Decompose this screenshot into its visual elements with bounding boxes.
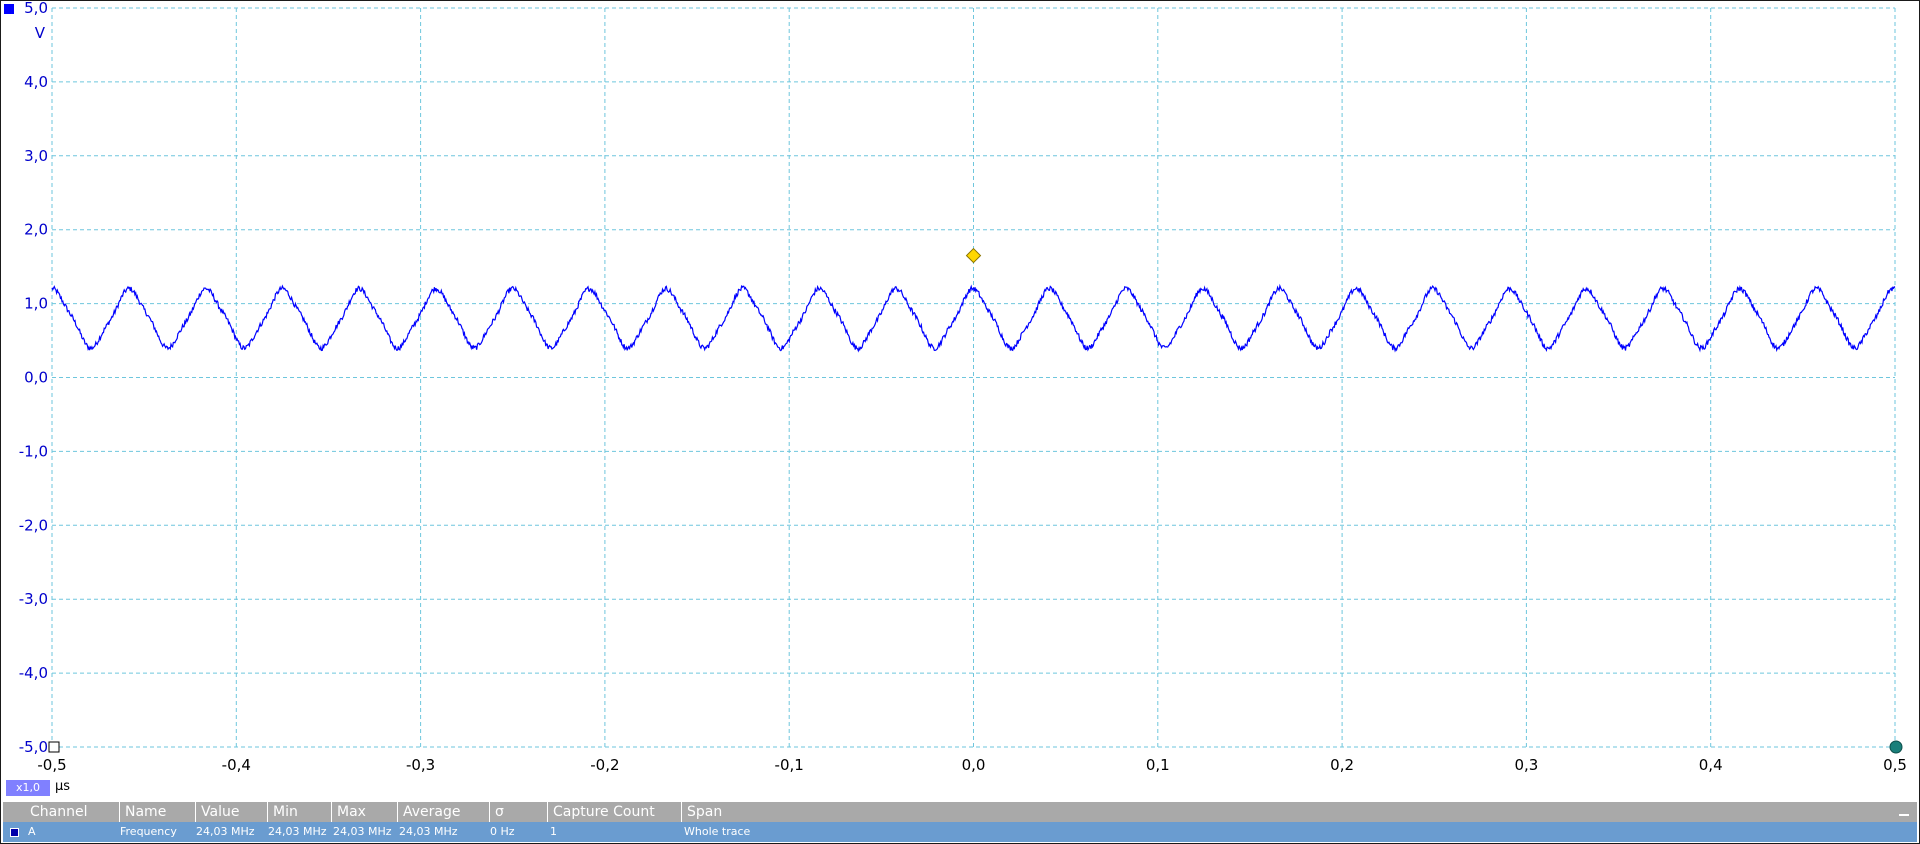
ruler-handle-icon[interactable]	[48, 741, 60, 753]
cell-max: 24,03 MHz	[333, 825, 392, 838]
cell-span: Whole trace	[684, 825, 751, 838]
x-tick-label: 0,4	[1699, 756, 1723, 774]
cell-channel: A	[28, 825, 36, 838]
y-tick-label: 1,0	[24, 295, 48, 313]
table-row[interactable]: A Frequency 24,03 MHz 24,03 MHz 24,03 MH…	[3, 822, 1917, 842]
x-tick-label: -0,2	[590, 756, 619, 774]
y-axis-unit: V	[35, 24, 46, 42]
x-tick-label: -0,3	[406, 756, 435, 774]
header-value[interactable]: Value	[195, 802, 267, 822]
y-tick-label: 3,0	[24, 147, 48, 165]
y-tick-label: 5,0	[24, 0, 48, 17]
header-span[interactable]: Span	[681, 802, 881, 822]
x-tick-label: 0,2	[1330, 756, 1354, 774]
x-tick-label: -0,4	[222, 756, 251, 774]
cell-capture-count: 1	[550, 825, 557, 838]
y-tick-label: -1,0	[19, 442, 48, 460]
header-channel[interactable]: Channel	[25, 802, 120, 822]
x-tick-label: 0,5	[1883, 756, 1907, 774]
x-tick-label: 0,0	[962, 756, 986, 774]
header-min[interactable]: Min	[267, 802, 331, 822]
header-name[interactable]: Name	[119, 802, 195, 822]
y-tick-label: 2,0	[24, 221, 48, 239]
channel-color-swatch	[10, 828, 19, 837]
channel-a-axis-marker[interactable]	[4, 4, 14, 14]
y-tick-label: 0,0	[24, 369, 48, 387]
y-tick-label: -5,0	[19, 738, 48, 756]
x-tick-label: -0,5	[37, 756, 66, 774]
header-sigma[interactable]: σ	[489, 802, 547, 822]
y-tick-label: -2,0	[19, 516, 48, 534]
cell-value: 24,03 MHz	[196, 825, 255, 838]
cell-min: 24,03 MHz	[268, 825, 327, 838]
time-ruler-handle-icon[interactable]	[1889, 740, 1903, 754]
y-tick-label: -4,0	[19, 664, 48, 682]
x-axis-unit: µs	[55, 779, 71, 794]
measurements-header: Channel Name Value Min Max Average σ Cap…	[3, 802, 1917, 822]
header-max[interactable]: Max	[331, 802, 397, 822]
x-tick-label: 0,1	[1146, 756, 1170, 774]
x-tick-label: -0,1	[775, 756, 804, 774]
scope-plot[interactable]: 5,0 4,0 3,0 2,0 1,0 0,0 -1,0 -2,0 -3,0 -4,0 -5,0 V -…	[0, 0, 1920, 802]
measurements-table: Channel Name Value Min Max Average σ Cap…	[3, 802, 1917, 842]
y-tick-label: 4,0	[24, 73, 48, 91]
cell-average: 24,03 MHz	[399, 825, 458, 838]
cell-sigma: 0 Hz	[490, 825, 515, 838]
trigger-marker-icon[interactable]	[965, 247, 982, 264]
collapse-table-icon[interactable]	[1899, 814, 1909, 816]
cell-name: Frequency	[120, 825, 177, 838]
x-tick-label: 0,3	[1514, 756, 1538, 774]
x-zoom-badge[interactable]: x1,0	[6, 780, 50, 796]
y-tick-label: -3,0	[19, 590, 48, 608]
header-average[interactable]: Average	[397, 802, 489, 822]
header-capture-count[interactable]: Capture Count	[547, 802, 681, 822]
